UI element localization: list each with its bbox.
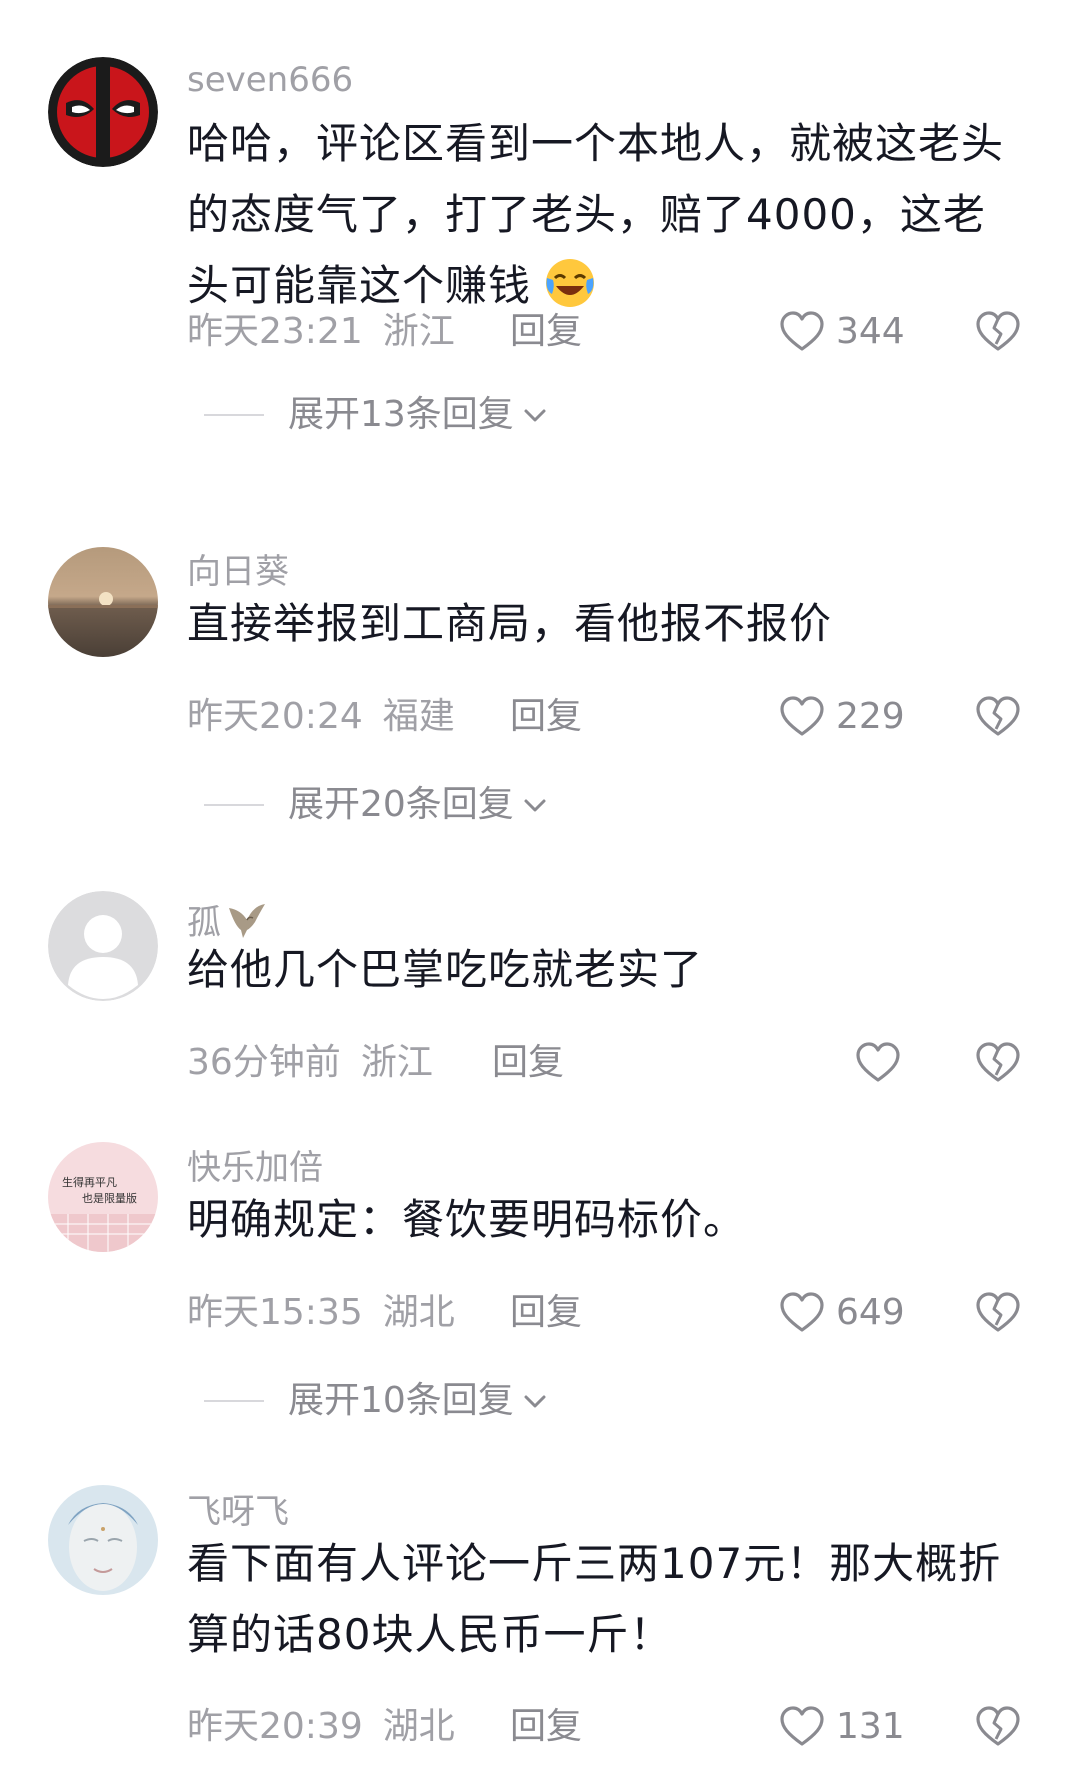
broken-heart-icon xyxy=(976,1042,1020,1082)
comment-meta: 昨天23:21 浙江 xyxy=(187,310,455,354)
expand-replies-label: 展开10条回复 xyxy=(288,1380,514,1421)
like-button[interactable]: 131 xyxy=(778,1701,905,1753)
heart-icon xyxy=(780,696,824,736)
dislike-button[interactable] xyxy=(974,1287,1022,1339)
like-count: 344 xyxy=(836,311,905,352)
reply-button[interactable]: 回复 xyxy=(510,1705,582,1749)
username[interactable]: 快乐加倍 xyxy=(187,1148,323,1188)
heart-icon xyxy=(780,311,824,351)
comment-text: 明确规定：餐饮要明码标价。 xyxy=(187,1195,747,1244)
heart-icon xyxy=(856,1042,900,1082)
chevron-down-icon xyxy=(524,799,546,812)
comment-time: 昨天23:21 xyxy=(187,311,363,352)
dislike-button[interactable] xyxy=(974,1701,1022,1753)
dislike-button[interactable] xyxy=(974,1037,1022,1089)
expand-replies-label: 展开20条回复 xyxy=(288,784,514,825)
comment-text: 给他几个巴掌吃吃就老实了 xyxy=(187,945,704,994)
comment-meta: 昨天20:24 福建 xyxy=(187,695,455,739)
comment-text: 看下面有人评论一斤三两107元！那大概折算的话80块人民币一斤！ xyxy=(187,1539,1002,1659)
username[interactable]: seven666 xyxy=(187,60,353,100)
broken-heart-icon xyxy=(976,1706,1020,1746)
dislike-button[interactable] xyxy=(974,306,1022,358)
expand-replies-button[interactable]: 展开13条回复 xyxy=(204,393,550,437)
comment-time: 昨天20:24 xyxy=(187,696,363,737)
comment-text: 哈哈，评论区看到一个本地人，就被这老头的态度气了，打了老头，赔了4000，这老头… xyxy=(187,108,1027,321)
divider-line xyxy=(204,804,264,806)
comment-time: 昨天20:39 xyxy=(187,1706,363,1747)
like-button[interactable]: 649 xyxy=(778,1287,905,1339)
chevron-down-icon xyxy=(524,1395,546,1408)
avatar-text-line2: 也是限量版 xyxy=(82,1191,137,1205)
divider-line xyxy=(204,414,264,416)
avatar[interactable] xyxy=(48,1485,158,1595)
reply-button[interactable]: 回复 xyxy=(492,1041,564,1085)
avatar[interactable] xyxy=(48,57,158,167)
like-button[interactable]: 344 xyxy=(778,306,905,358)
like-count: 229 xyxy=(836,696,905,737)
comment-meta: 昨天15:35 湖北 xyxy=(187,1291,455,1335)
comment-region: 湖北 xyxy=(382,1706,455,1747)
broken-heart-icon xyxy=(976,311,1020,351)
comment-region: 浙江 xyxy=(360,1042,433,1083)
reply-button[interactable]: 回复 xyxy=(510,310,582,354)
like-button[interactable] xyxy=(854,1037,902,1089)
comment-meta: 昨天20:39 湖北 xyxy=(187,1705,455,1749)
reply-button[interactable]: 回复 xyxy=(510,1291,582,1335)
comment-text: 直接举报到工商局，看他报不报价 xyxy=(187,599,833,648)
avatar-text-line1: 生得再平凡 xyxy=(62,1175,117,1189)
comment-region: 福建 xyxy=(382,696,455,737)
username[interactable]: 飞呀飞 xyxy=(187,1492,289,1532)
like-count: 131 xyxy=(836,1706,905,1747)
comment-time: 36分钟前 xyxy=(187,1042,341,1083)
broken-heart-icon xyxy=(976,1292,1020,1332)
dislike-button[interactable] xyxy=(974,691,1022,743)
avatar[interactable]: 生得再平凡 也是限量版 xyxy=(48,1142,158,1252)
expand-replies-label: 展开13条回复 xyxy=(288,394,514,435)
comment-time: 昨天15:35 xyxy=(187,1292,363,1333)
heart-icon xyxy=(780,1292,824,1332)
chevron-down-icon xyxy=(524,409,546,422)
username[interactable]: 向日葵 xyxy=(187,552,289,592)
broken-heart-icon xyxy=(976,696,1020,736)
avatar[interactable] xyxy=(48,547,158,657)
expand-replies-button[interactable]: 展开10条回复 xyxy=(204,1379,550,1423)
like-count: 649 xyxy=(836,1292,905,1333)
expand-replies-button[interactable]: 展开20条回复 xyxy=(204,783,550,827)
comment-region: 湖北 xyxy=(382,1292,455,1333)
reply-button[interactable]: 回复 xyxy=(510,695,582,739)
laughing-crying-emoji-icon xyxy=(546,259,595,307)
like-button[interactable]: 229 xyxy=(778,691,905,743)
comment-meta: 36分钟前 浙江 xyxy=(187,1041,433,1085)
comment-region: 浙江 xyxy=(382,311,455,352)
heart-icon xyxy=(780,1706,824,1746)
default-avatar-icon[interactable] xyxy=(48,891,158,1001)
divider-line xyxy=(204,1400,264,1402)
